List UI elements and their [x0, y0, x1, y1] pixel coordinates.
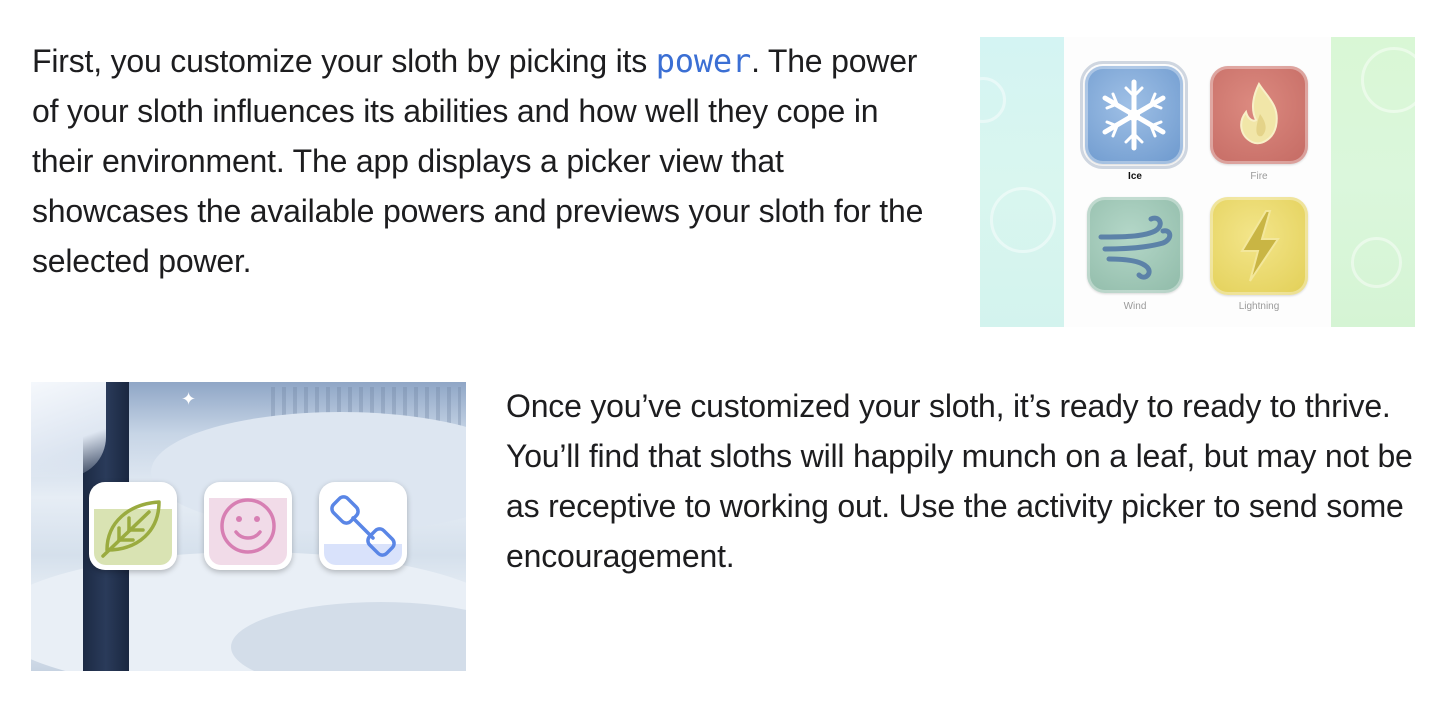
snowflake-icon [1102, 79, 1166, 151]
power-picker-image: Ice Fire Wind Lightning [980, 37, 1415, 327]
swirl-decoration [1351, 237, 1402, 288]
flame-icon [1240, 81, 1278, 145]
leaf-icon [101, 500, 161, 558]
activity-rest-button[interactable] [204, 482, 292, 570]
activity-eat-button[interactable] [89, 482, 177, 570]
power-description: First, you customize your sloth by picki… [32, 36, 942, 286]
swirl-decoration [1361, 47, 1415, 113]
activity-description: Once you’ve customized your sloth, it’s … [506, 388, 1413, 574]
power-label-lightning: Lightning [1238, 301, 1280, 312]
activity-exercise-button[interactable] [319, 482, 407, 570]
activity-picker-image: ✦ [31, 382, 466, 671]
power-picker-grid: Ice Fire Wind Lightning [1064, 37, 1331, 327]
lightning-bolt-icon [1240, 210, 1280, 282]
power-code-term: power [655, 42, 752, 80]
swirl-decoration [990, 187, 1056, 253]
grass-background-strip [1331, 37, 1415, 327]
snow-hill [151, 412, 466, 532]
wind-icon [1098, 215, 1173, 280]
power-label-wind: Wind [1123, 301, 1147, 312]
power-label-ice: Ice [1128, 171, 1142, 182]
swirl-decoration [980, 77, 1006, 123]
power-option-lightning[interactable] [1210, 197, 1308, 295]
dumbbell-icon [330, 495, 396, 557]
power-description-start: First, you customize your sloth by picki… [32, 43, 656, 79]
ice-background-strip [980, 37, 1064, 327]
power-option-fire[interactable] [1210, 66, 1308, 164]
power-option-ice[interactable] [1080, 61, 1188, 169]
power-label-fire: Fire [1250, 171, 1268, 182]
smiley-face-icon [220, 498, 276, 554]
power-option-wind[interactable] [1087, 197, 1183, 293]
snow-on-branch [31, 382, 106, 477]
sparkle-icon: ✦ [181, 389, 197, 409]
